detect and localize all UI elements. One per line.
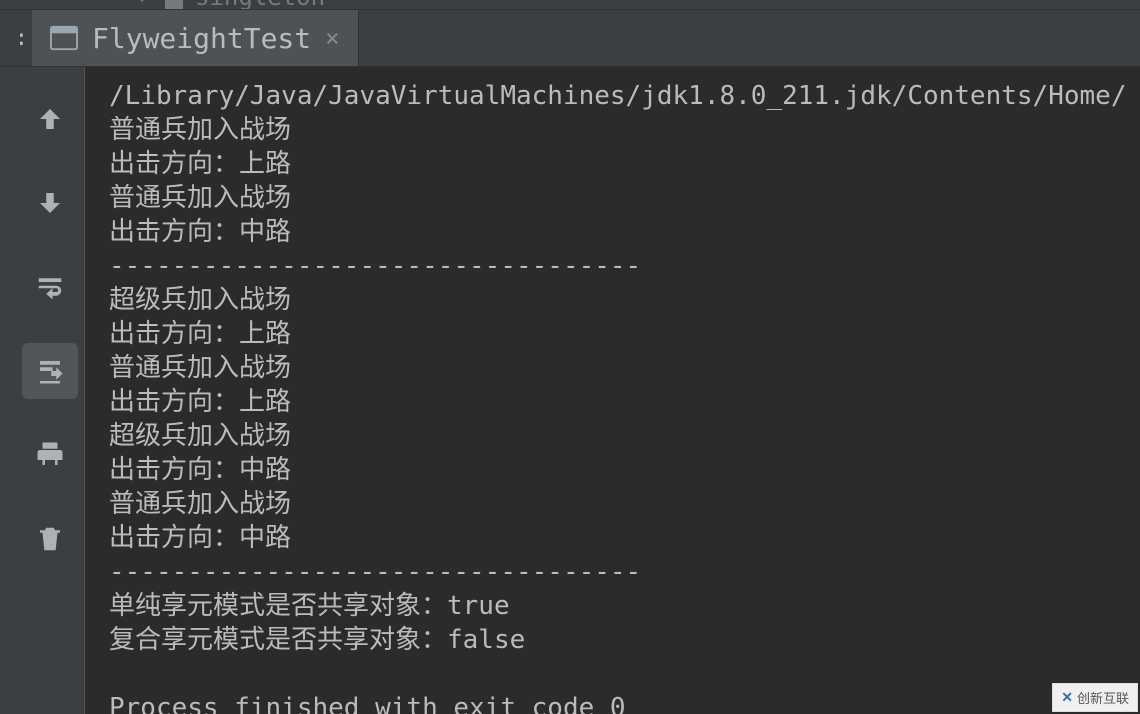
clear-all-button[interactable] [22, 511, 78, 567]
up-stack-button[interactable] [22, 91, 78, 147]
main-area: /Library/Java/JavaVirtualMachines/jdk1.8… [0, 67, 1140, 714]
console-line: ---------------------------------- [109, 251, 641, 281]
application-icon [50, 24, 78, 52]
folder-icon [163, 0, 185, 10]
console-line: 出击方向：上路 [109, 319, 291, 349]
run-arrow-icon [135, 0, 153, 10]
console-toolbar [16, 67, 84, 714]
scroll-to-end-button[interactable] [22, 343, 78, 399]
console-line: 普通兵加入战场 [109, 115, 291, 145]
console-line: 出击方向：中路 [109, 455, 291, 485]
console-line: 超级兵加入战场 [109, 285, 291, 315]
tree-item-label: singleton [195, 0, 325, 10]
console-line: 单纯享元模式是否共享对象：true [109, 591, 510, 621]
console-line: 普通兵加入战场 [109, 183, 291, 213]
run-tab-bar: : FlyweightTest × [0, 10, 1140, 67]
jdk-path: /Library/Java/JavaVirtualMachines/jdk1.8… [109, 81, 1126, 111]
console-line: 出击方向：中路 [109, 523, 291, 553]
soft-wrap-button[interactable] [22, 259, 78, 315]
console-line: ---------------------------------- [109, 557, 641, 587]
side-gutter [0, 67, 16, 714]
watermark-badge: ✕ 创新互联 [1052, 683, 1138, 712]
watermark-text: 创新互联 [1077, 688, 1129, 707]
console-line: 复合享元模式是否共享对象：false [109, 625, 525, 655]
close-icon[interactable]: × [325, 24, 339, 52]
run-tab[interactable]: FlyweightTest × [32, 10, 359, 66]
console-output[interactable]: /Library/Java/JavaVirtualMachines/jdk1.8… [84, 67, 1140, 714]
run-toolwindow-label: : [0, 10, 32, 66]
console-line: 超级兵加入战场 [109, 421, 291, 451]
down-stack-button[interactable] [22, 175, 78, 231]
console-line: 普通兵加入战场 [109, 489, 291, 519]
console-line: 出击方向：上路 [109, 149, 291, 179]
console-line: 普通兵加入战场 [109, 353, 291, 383]
console-line: Process finished with exit code 0 [109, 693, 626, 714]
run-tab-name: FlyweightTest [92, 22, 311, 55]
print-button[interactable] [22, 427, 78, 483]
console-line: 出击方向：上路 [109, 387, 291, 417]
editor-top-stub: singleton [0, 0, 1140, 10]
watermark-logo-icon: ✕ [1061, 689, 1073, 706]
console-line: 出击方向：中路 [109, 217, 291, 247]
